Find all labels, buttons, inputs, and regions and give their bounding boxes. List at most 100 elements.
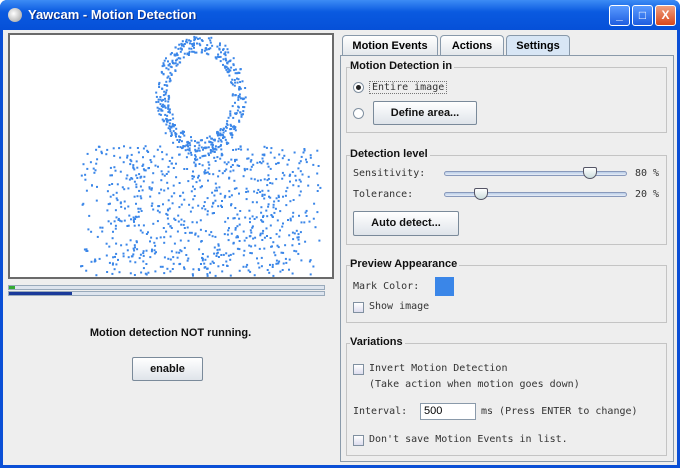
motion-dot xyxy=(232,169,235,172)
motion-dot xyxy=(307,184,310,187)
motion-dot xyxy=(276,244,279,247)
motion-dot xyxy=(262,160,265,163)
dont-save-checkbox[interactable] xyxy=(353,435,364,446)
motion-dot xyxy=(190,190,193,193)
minimize-button[interactable]: _ xyxy=(609,5,630,26)
motion-dot xyxy=(171,60,174,63)
motion-dot xyxy=(230,124,233,127)
define-area-button[interactable]: Define area... xyxy=(373,101,477,125)
motion-dot xyxy=(206,267,209,270)
motion-dot xyxy=(105,242,108,245)
motion-dot xyxy=(142,254,145,257)
sensitivity-slider[interactable] xyxy=(444,171,627,176)
motion-dot xyxy=(194,158,196,160)
motion-dot xyxy=(216,156,219,159)
motion-dot xyxy=(171,268,174,270)
define-area-radio[interactable] xyxy=(353,108,364,119)
motion-dot xyxy=(159,145,162,148)
motion-dot xyxy=(183,227,186,229)
sensitivity-label: Sensitivity: xyxy=(353,168,426,179)
motion-dot xyxy=(222,253,225,256)
close-button[interactable]: X xyxy=(655,5,676,26)
motion-dot xyxy=(132,253,135,256)
motion-dot xyxy=(170,132,173,135)
motion-dot xyxy=(208,135,211,138)
motion-dot xyxy=(172,141,175,144)
motion-dot xyxy=(170,162,173,165)
motion-dot xyxy=(213,139,216,142)
entire-image-label[interactable]: Entire image xyxy=(369,81,448,94)
motion-dot xyxy=(129,272,132,275)
invert-motion-checkbox[interactable] xyxy=(353,364,364,375)
interval-input[interactable]: 500 xyxy=(420,403,476,420)
motion-dot xyxy=(227,254,230,257)
motion-dot xyxy=(162,203,164,206)
motion-dot xyxy=(204,258,207,261)
motion-dot xyxy=(184,149,187,152)
invert-motion-note: (Take action when motion goes down) xyxy=(369,379,580,390)
enable-button[interactable]: enable xyxy=(132,357,203,381)
motion-dot xyxy=(167,94,170,97)
title-bar[interactable]: Yawcam - Motion Detection _ □ X xyxy=(0,0,680,30)
motion-dot xyxy=(179,239,182,242)
motion-dot xyxy=(215,255,218,257)
motion-dot xyxy=(271,182,274,185)
motion-dot xyxy=(155,95,158,98)
motion-dot xyxy=(189,210,192,213)
motion-dot xyxy=(161,173,164,176)
motion-dot xyxy=(116,183,119,186)
motion-dot xyxy=(111,272,114,275)
motion-dot xyxy=(118,147,121,150)
motion-dot xyxy=(166,114,169,117)
motion-dot xyxy=(178,141,181,143)
motion-dot xyxy=(309,156,312,159)
motion-dot xyxy=(110,222,112,225)
motion-dot xyxy=(225,122,228,125)
motion-dot xyxy=(116,199,119,202)
motion-dot xyxy=(191,206,194,209)
motion-dot xyxy=(161,151,164,154)
motion-dot xyxy=(192,198,195,201)
motion-dot xyxy=(236,77,238,80)
motion-dot xyxy=(245,236,248,239)
tolerance-slider-thumb[interactable] xyxy=(473,188,488,200)
motion-dot xyxy=(85,189,88,192)
motion-dot xyxy=(207,161,210,164)
auto-detect-button[interactable]: Auto detect... xyxy=(353,211,459,236)
motion-dot xyxy=(150,250,153,253)
motion-dot xyxy=(177,220,180,223)
motion-dot xyxy=(156,106,159,109)
motion-dot xyxy=(214,160,217,162)
motion-dot xyxy=(217,146,220,149)
motion-dot xyxy=(253,190,256,193)
tab-settings[interactable]: Settings xyxy=(506,35,570,57)
mark-color-swatch[interactable] xyxy=(435,277,454,296)
motion-dot xyxy=(216,45,219,48)
motion-dot xyxy=(155,237,158,240)
tolerance-slider[interactable] xyxy=(444,192,627,197)
motion-dot xyxy=(217,265,220,268)
motion-dot xyxy=(234,94,237,97)
motion-dot xyxy=(282,195,284,198)
maximize-button[interactable]: □ xyxy=(632,5,653,26)
motion-dot xyxy=(214,182,217,185)
motion-dot xyxy=(158,192,161,195)
motion-dot xyxy=(256,179,259,182)
entire-image-radio[interactable] xyxy=(353,82,364,93)
motion-dot xyxy=(172,256,175,259)
show-image-checkbox[interactable] xyxy=(353,302,364,313)
status-text: Motion detection NOT running. xyxy=(89,327,252,339)
motion-dot xyxy=(115,191,118,194)
tab-actions[interactable]: Actions xyxy=(440,35,504,56)
motion-dot xyxy=(236,81,239,84)
motion-dot xyxy=(217,205,220,208)
motion-dot xyxy=(267,205,270,208)
motion-dot xyxy=(169,79,172,82)
sensitivity-slider-thumb[interactable] xyxy=(583,167,598,179)
motion-dot xyxy=(115,252,118,255)
tab-motion-events[interactable]: Motion Events xyxy=(342,35,438,56)
motion-dot xyxy=(293,151,296,154)
motion-dot xyxy=(265,227,268,230)
motion-dot xyxy=(192,50,195,53)
motion-dot xyxy=(199,228,202,231)
